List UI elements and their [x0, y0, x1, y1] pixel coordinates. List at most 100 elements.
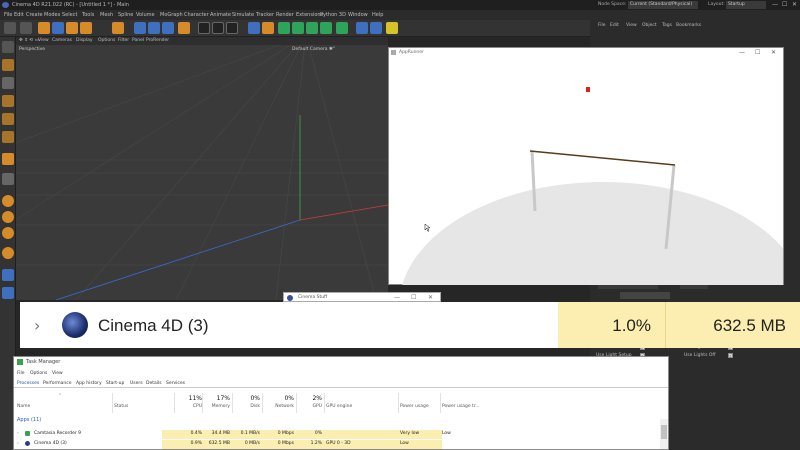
cinema-stuff-window[interactable]: Cinema Stuff — ☐ ✕: [283, 292, 441, 302]
viewport-menu-cameras[interactable]: Cameras: [52, 38, 72, 43]
workplane-icon[interactable]: [2, 227, 14, 239]
column-name[interactable]: Name: [17, 404, 30, 409]
render-region-icon[interactable]: [198, 22, 210, 34]
column-cpu[interactable]: CPU: [176, 404, 202, 409]
y-axis-icon[interactable]: [148, 22, 160, 34]
viewport-menu-filter[interactable]: Filter: [118, 38, 129, 43]
column-status[interactable]: Status: [114, 404, 128, 409]
axis-mode-icon[interactable]: [2, 153, 14, 165]
object-menu-edit[interactable]: Edit: [610, 23, 619, 28]
scrollbar-thumb[interactable]: [661, 425, 667, 439]
texture-mode-icon[interactable]: [2, 77, 14, 89]
menu-mograph[interactable]: MoGraph: [160, 12, 183, 18]
menu-simulate[interactable]: Simulate: [232, 12, 254, 18]
redo-icon[interactable]: [20, 22, 32, 34]
tab-details[interactable]: Details: [146, 381, 162, 386]
camera-icon[interactable]: [370, 22, 382, 34]
column-memory[interactable]: Memory: [204, 404, 230, 409]
floor-icon[interactable]: [356, 22, 368, 34]
sculpt-icon[interactable]: [2, 247, 14, 259]
rotate-tool-icon[interactable]: [80, 22, 92, 34]
maximize-icon[interactable]: ☐: [782, 1, 787, 8]
row-expand-icon[interactable]: ›: [17, 441, 19, 446]
node-space-dropdown[interactable]: Current (Standard/Physical): [628, 1, 698, 9]
snap-settings-icon[interactable]: [2, 211, 14, 223]
column-power-usage-tr-[interactable]: Power usage tr...: [442, 404, 480, 409]
object-menu-bookmarks[interactable]: Bookmarks: [676, 23, 701, 28]
stub-minimize-icon[interactable]: —: [394, 294, 400, 301]
menu-spline[interactable]: Spline: [118, 12, 133, 18]
snap-icon[interactable]: [2, 195, 14, 207]
select-tool-icon[interactable]: [38, 22, 50, 34]
lock-workplane-icon[interactable]: [2, 269, 14, 281]
row-expand-icon[interactable]: ›: [17, 431, 19, 436]
cloner-icon[interactable]: [306, 22, 318, 34]
z-axis-icon[interactable]: [162, 22, 174, 34]
stub-close-icon[interactable]: ✕: [428, 294, 433, 301]
points-mode-icon[interactable]: [2, 95, 14, 107]
perspective-viewport[interactable]: Perspective Default Camera ✱°: [16, 45, 388, 300]
menu-create[interactable]: Create: [26, 12, 43, 18]
polygons-mode-icon[interactable]: [2, 131, 14, 143]
menu-window[interactable]: Window: [348, 12, 368, 18]
close-icon[interactable]: ✕: [792, 1, 797, 8]
column-gpu[interactable]: GPU: [298, 404, 323, 409]
add-tool-icon[interactable]: [112, 22, 124, 34]
object-menu-tags[interactable]: Tags: [662, 23, 672, 28]
column-power-usage[interactable]: Power usage: [400, 404, 429, 409]
layout-dropdown[interactable]: Startup: [726, 1, 766, 9]
app-minimize-icon[interactable]: —: [739, 49, 745, 56]
menu-file[interactable]: File: [4, 12, 12, 18]
viewport-menu-prorender[interactable]: ProRender: [146, 38, 169, 43]
edges-mode-icon[interactable]: [2, 113, 14, 125]
menu-tracker[interactable]: Tracker: [256, 12, 274, 18]
app-close-icon[interactable]: ✕: [771, 49, 776, 56]
viewport-menu-display[interactable]: Display: [76, 38, 93, 43]
stub-maximize-icon[interactable]: ☐: [411, 294, 416, 301]
minimize-icon[interactable]: —: [772, 1, 778, 8]
scrollbar[interactable]: [660, 419, 668, 449]
make-editable-icon[interactable]: [2, 41, 14, 53]
tab-users[interactable]: Users: [130, 381, 143, 386]
column-network[interactable]: Network: [264, 404, 294, 409]
menu-tools[interactable]: Tools: [82, 12, 94, 18]
undo-icon[interactable]: [4, 22, 16, 34]
tm-menu-file[interactable]: File: [17, 371, 25, 376]
generator-icon[interactable]: [292, 22, 304, 34]
tm-menu-options[interactable]: Options: [30, 371, 47, 376]
column-gpu-engine[interactable]: GPU engine: [326, 404, 352, 409]
tab-processes[interactable]: Processes: [17, 381, 39, 386]
tab-start-up[interactable]: Start-up: [106, 381, 124, 386]
tweak-mode-icon[interactable]: [2, 173, 14, 185]
menu-render[interactable]: Render: [276, 12, 294, 18]
render-settings-icon[interactable]: [226, 22, 238, 34]
camera-label[interactable]: Default Camera ✱°: [292, 47, 335, 52]
tab-app-history[interactable]: App history: [76, 381, 102, 386]
menu-help[interactable]: Help: [372, 12, 383, 18]
menu-animate[interactable]: Animate: [210, 12, 231, 18]
move-tool-icon[interactable]: [52, 22, 64, 34]
menu-edit[interactable]: Edit: [14, 12, 24, 18]
viewport-icons[interactable]: ✥ ⇕ ⟲ ▭: [19, 38, 39, 43]
app-3d-scene[interactable]: [389, 59, 783, 285]
sort-arrow-icon[interactable]: ⌃: [58, 393, 62, 399]
expand-chevron-icon[interactable]: ›: [34, 316, 40, 335]
property-checkbox[interactable]: ✓: [728, 353, 733, 358]
object-menu-view[interactable]: View: [626, 23, 637, 28]
column-disk[interactable]: Disk: [234, 404, 260, 409]
render-view-icon[interactable]: [212, 22, 224, 34]
app-runner-window[interactable]: AppRunner — ☐ ✕: [388, 47, 784, 285]
attribute-button[interactable]: [620, 292, 670, 299]
menu-modes[interactable]: Modes: [44, 12, 60, 18]
tab-performance[interactable]: Performance: [43, 381, 72, 386]
pen-icon[interactable]: [262, 22, 274, 34]
viewport-menu-options[interactable]: Options: [98, 38, 115, 43]
mograph-icon[interactable]: [336, 22, 348, 34]
model-mode-icon[interactable]: [2, 59, 14, 71]
object-menu-object[interactable]: Object: [642, 23, 657, 28]
deformer-icon[interactable]: [320, 22, 332, 34]
coordinate-system-icon[interactable]: [178, 22, 190, 34]
cube-icon[interactable]: [248, 22, 260, 34]
scale-tool-icon[interactable]: [66, 22, 78, 34]
object-menu-file[interactable]: File: [598, 23, 606, 28]
